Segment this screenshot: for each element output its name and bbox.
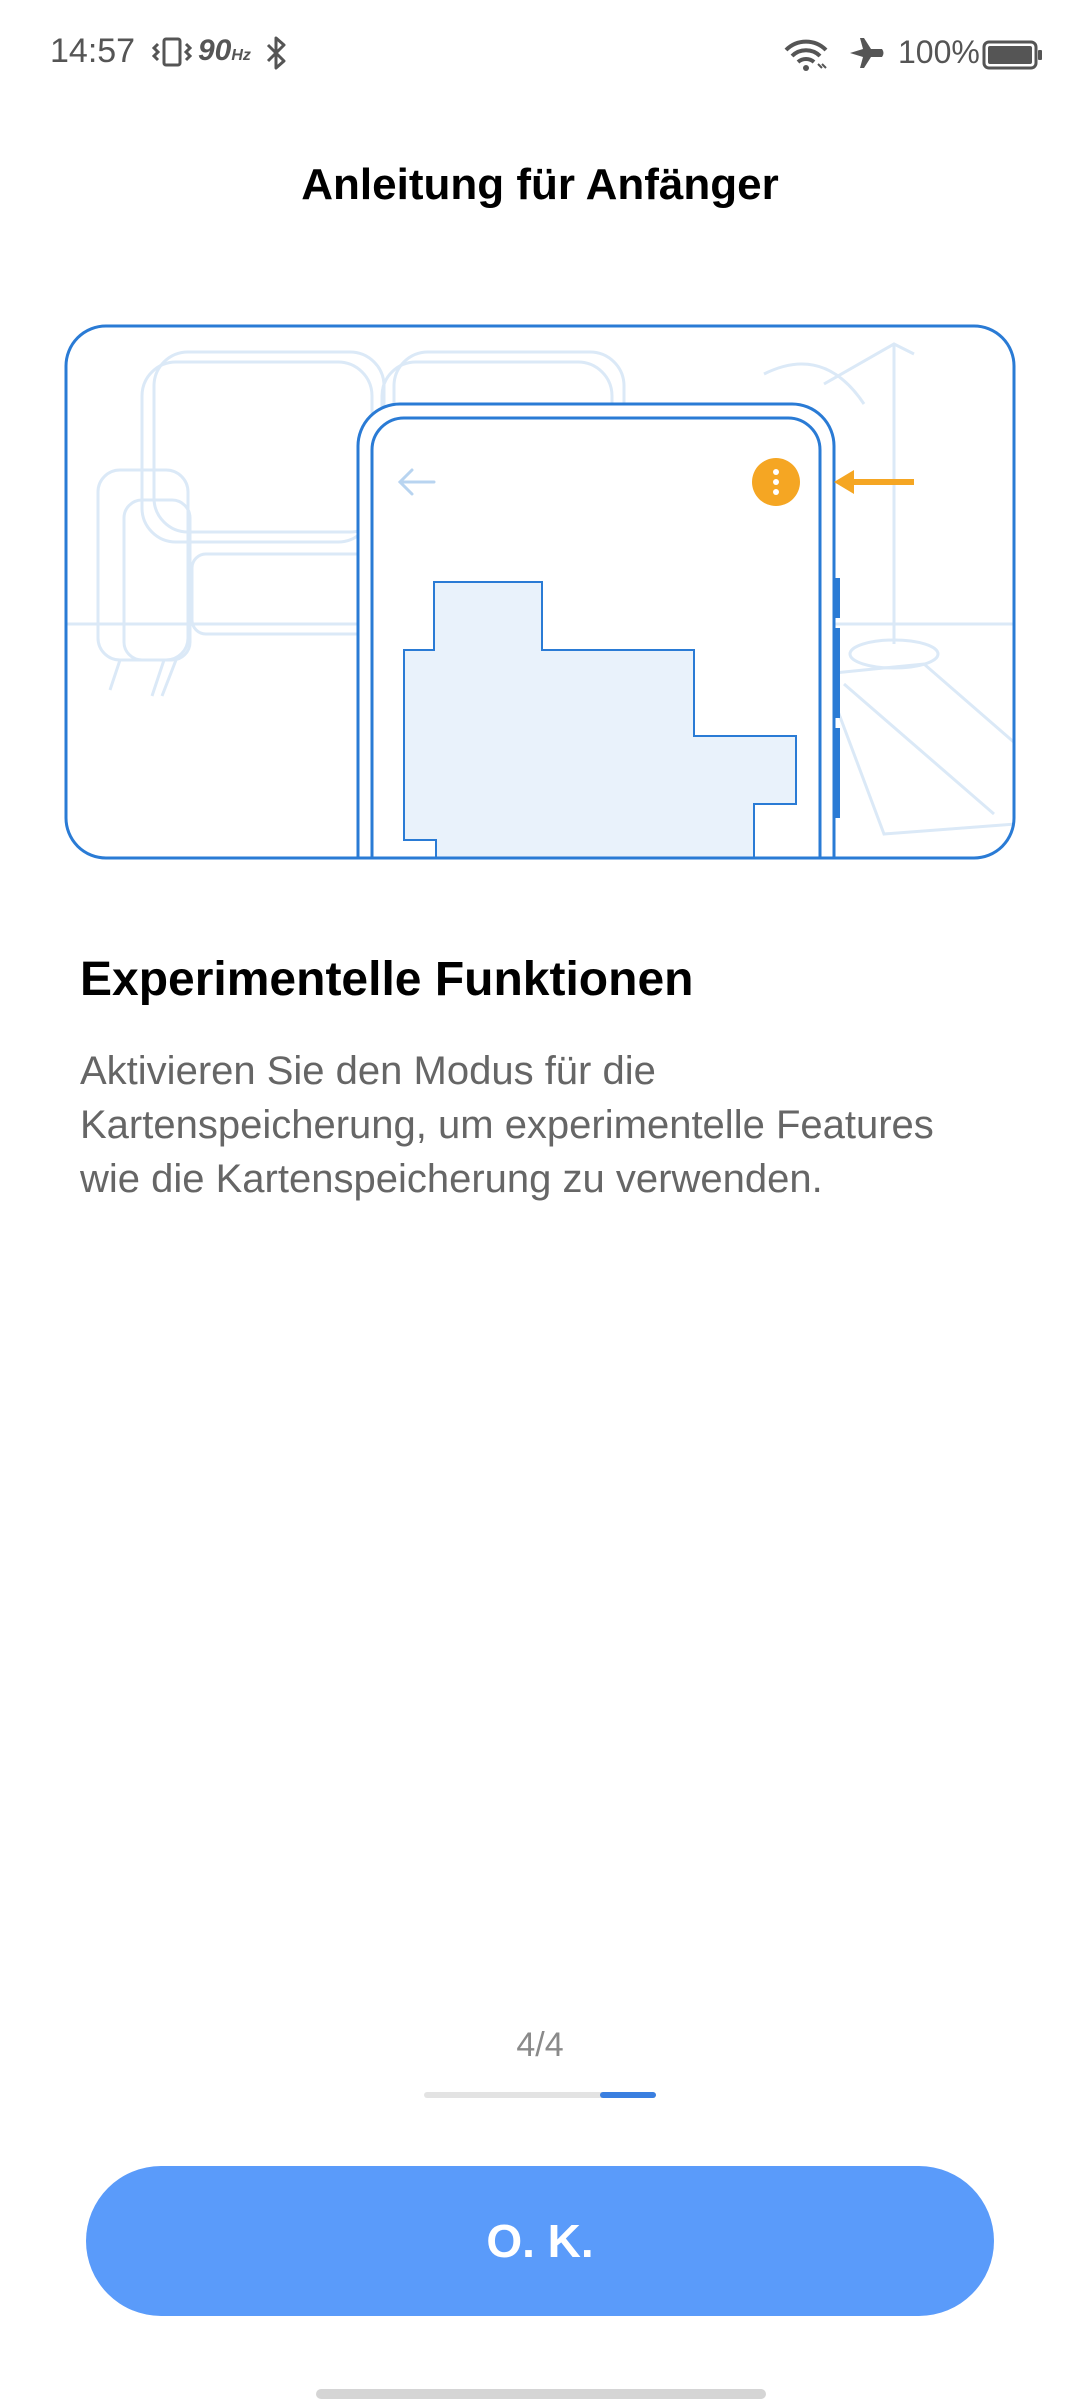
vibrate-icon [151,36,193,73]
home-indicator[interactable] [316,2389,766,2399]
refresh-rate-indicator: 90Hz [198,34,251,67]
battery-icon [982,40,1044,75]
status-time: 14:57 [50,32,136,70]
page-indicator-thumb [600,2092,656,2098]
wifi-icon [784,38,828,77]
page-indicator-text: 4/4 [516,2026,564,2064]
airplane-mode-icon [848,36,886,75]
tutorial-illustration [64,324,1016,860]
bluetooth-icon [262,36,290,75]
ok-button[interactable]: O. K. [86,2166,994,2316]
status-bar: 14:57 90Hz 100% [0,0,1080,110]
battery-percentage: 100% [898,34,980,70]
more-options-icon [752,458,800,506]
section-description: Aktivieren Sie den Modus für die Kartens… [80,1049,934,1201]
page-title: Anleitung für Anfänger [301,160,779,209]
section-heading: Experimentelle Funktionen [80,953,694,1006]
pointer-arrow-icon [834,470,914,494]
